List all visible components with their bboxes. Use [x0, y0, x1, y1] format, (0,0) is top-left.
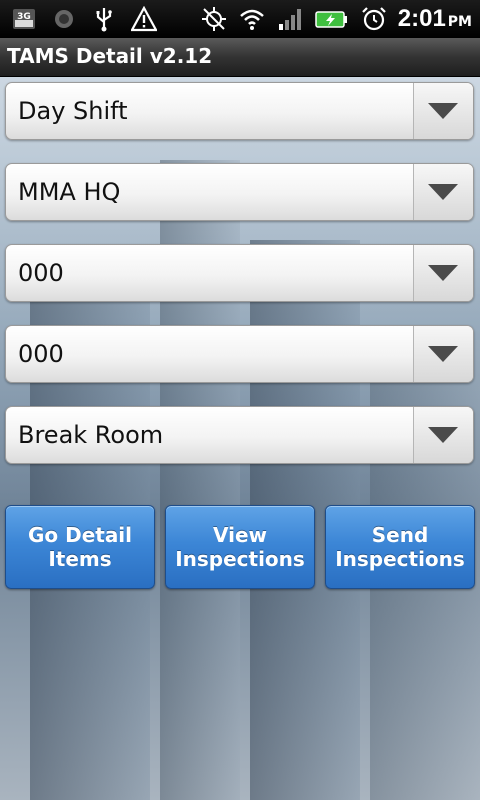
clock-ampm: PM — [447, 14, 472, 30]
app-title: TAMS Detail v2.12 — [7, 44, 213, 68]
button-label: View Inspections — [175, 523, 305, 571]
clock: 2:01 PM — [398, 5, 472, 33]
clock-time: 2:01 — [397, 5, 446, 32]
gps-off-icon — [200, 5, 228, 33]
warning-icon — [130, 5, 158, 33]
dropdown-arrow[interactable] — [413, 245, 473, 301]
room-spinner[interactable]: Break Room — [5, 406, 474, 464]
chevron-down-icon — [428, 103, 458, 119]
button-label: Go Detail Items — [27, 523, 133, 571]
dropdown-arrow[interactable] — [413, 164, 473, 220]
chevron-down-icon — [428, 265, 458, 281]
alarm-icon — [360, 5, 388, 33]
dropdown-arrow[interactable] — [413, 326, 473, 382]
wifi-icon — [238, 5, 266, 33]
chevron-down-icon — [428, 184, 458, 200]
chevron-down-icon — [428, 346, 458, 362]
3g-icon: 3G — [10, 5, 38, 33]
button-label: Send Inspections — [335, 523, 465, 571]
location-spinner[interactable]: MMA HQ — [5, 163, 474, 221]
floor-spinner[interactable]: 000 — [5, 325, 474, 383]
go-detail-items-button[interactable]: Go Detail Items — [5, 505, 155, 589]
spinner-value: MMA HQ — [18, 178, 121, 206]
send-inspections-button[interactable]: Send Inspections — [325, 505, 475, 589]
sync-icon — [50, 5, 78, 33]
spinner-value: Day Shift — [18, 97, 128, 125]
signal-icon — [276, 5, 304, 33]
building-spinner[interactable]: 000 — [5, 244, 474, 302]
spinner-value: 000 — [18, 259, 64, 287]
dropdown-arrow[interactable] — [413, 407, 473, 463]
spinner-value: Break Room — [18, 421, 164, 449]
app-title-bar: TAMS Detail v2.12 — [0, 38, 480, 77]
dropdown-arrow[interactable] — [413, 83, 473, 139]
network-type-label: 3G — [17, 12, 31, 22]
chevron-down-icon — [428, 427, 458, 443]
view-inspections-button[interactable]: View Inspections — [165, 505, 315, 589]
battery-charging-icon — [314, 5, 350, 33]
spinner-value: 000 — [18, 340, 64, 368]
shift-spinner[interactable]: Day Shift — [5, 82, 474, 140]
status-bar: 3G 2:01 PM — [0, 0, 480, 38]
usb-icon — [90, 5, 118, 33]
